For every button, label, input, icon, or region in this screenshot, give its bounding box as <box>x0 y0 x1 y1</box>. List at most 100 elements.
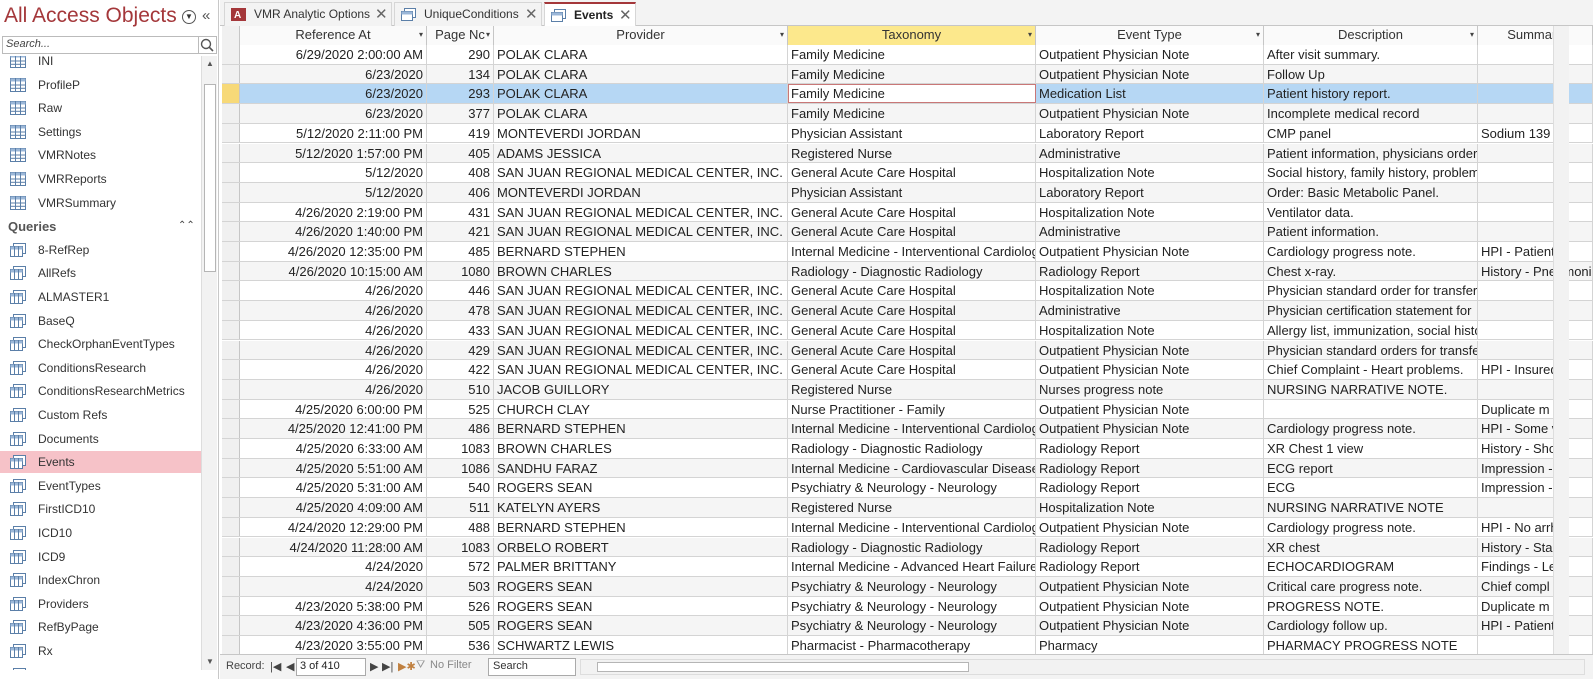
nav-query-events[interactable]: Events <box>0 451 201 474</box>
cell-summary[interactable] <box>1478 45 1593 64</box>
record-selector[interactable] <box>222 360 240 379</box>
record-selector[interactable] <box>222 123 240 143</box>
cell-summary[interactable] <box>1478 301 1593 320</box>
cell-page-nc[interactable]: 505 <box>427 616 494 635</box>
cell-event-type[interactable]: Hospitalization Note <box>1036 202 1264 222</box>
record-selector[interactable] <box>222 399 240 419</box>
nav-query-allrefs[interactable]: AllRefs <box>0 262 201 284</box>
nav-search-input[interactable]: Search... <box>2 36 199 54</box>
cell-reference-at[interactable]: 4/26/2020 <box>240 379 427 399</box>
tab-events[interactable]: Events ✕ <box>544 2 636 27</box>
record-selector[interactable] <box>222 84 240 104</box>
cell-description[interactable]: Follow Up <box>1264 64 1478 84</box>
cell-taxonomy[interactable]: Radiology - Diagnostic Radiology <box>788 261 1036 281</box>
cell-taxonomy[interactable]: Pharmacist - Pharmacotherapy <box>788 636 1036 654</box>
table-row[interactable]: 4/26/2020 433 SAN JUAN REGIONAL MEDICAL CE… <box>222 320 1593 341</box>
cell-taxonomy[interactable]: Physician Assistant <box>788 182 1036 202</box>
cell-event-type[interactable]: Outpatient Physician Note <box>1036 576 1264 596</box>
column-header-page-nc[interactable]: Page Nc ▾ <box>427 26 494 45</box>
column-header-provider[interactable]: Provider ▾ <box>494 26 788 45</box>
cell-reference-at[interactable]: 6/23/2020 <box>240 104 427 123</box>
cell-provider[interactable]: ADAMS JESSICA <box>494 143 788 163</box>
cell-event-type[interactable]: Radiology Report <box>1036 458 1264 478</box>
cell-reference-at[interactable]: 4/24/2020 <box>240 557 427 576</box>
record-selector[interactable] <box>222 616 240 635</box>
cell-summary[interactable] <box>1478 143 1593 163</box>
cell-provider[interactable]: SAN JUAN REGIONAL MEDICAL CENTER, INC. <box>494 320 788 340</box>
cell-taxonomy[interactable]: Family Medicine <box>788 64 1036 84</box>
cell-provider[interactable]: POLAK CLARA <box>494 104 788 123</box>
cell-reference-at[interactable]: 4/26/2020 10:15:00 AM <box>240 261 427 281</box>
table-row[interactable]: 4/25/2020 4:09:00 AM 511 KATELYN AYERS Regi… <box>222 498 1593 518</box>
table-row[interactable]: 4/26/2020 422 SAN JUAN REGIONAL MEDICAL CE… <box>222 360 1593 380</box>
cell-page-nc[interactable]: 1083 <box>427 537 494 557</box>
record-selector[interactable] <box>222 222 240 241</box>
cell-summary[interactable] <box>1478 222 1593 241</box>
cell-event-type[interactable]: Outpatient Physician Note <box>1036 399 1264 419</box>
cell-description[interactable]: Cardiology progress note. <box>1264 419 1478 438</box>
cell-event-type[interactable]: Hospitalization Note <box>1036 281 1264 301</box>
nav-query-8-refrep[interactable]: 8-RefRep <box>0 239 201 261</box>
nav-query-providers[interactable]: Providers <box>0 593 201 615</box>
cell-provider[interactable]: BERNARD STEPHEN <box>494 242 788 261</box>
nav-query-firsticd10[interactable]: FirstICD10 <box>0 498 201 520</box>
cell-description[interactable]: Ventilator data. <box>1264 202 1478 222</box>
cell-summary[interactable] <box>1478 498 1593 517</box>
cell-summary[interactable]: HPI - Patient <box>1478 616 1593 635</box>
cell-taxonomy[interactable]: Registered Nurse <box>788 143 1036 163</box>
search-icon[interactable] <box>199 36 217 54</box>
collapse-pane-icon[interactable]: « <box>202 7 210 24</box>
cell-page-nc[interactable]: 1083 <box>427 439 494 458</box>
cell-provider[interactable]: SAN JUAN REGIONAL MEDICAL CENTER, INC. <box>494 202 788 222</box>
table-row[interactable]: 6/23/2020 293 POLAK CLARA Family Medicine Me… <box>222 84 1593 105</box>
cell-description[interactable]: Social history, family history, problem … <box>1264 163 1478 182</box>
nav-table-profilep[interactable]: ProfileP <box>0 74 201 96</box>
cell-provider[interactable]: KATELYN AYERS <box>494 498 788 517</box>
cell-taxonomy[interactable]: General Acute Care Hospital <box>788 360 1036 379</box>
cell-page-nc[interactable]: 1080 <box>427 261 494 281</box>
table-row[interactable]: 4/25/2020 6:33:00 AM 1083 BROWN CHARLES Rad… <box>222 439 1593 459</box>
scroll-up-icon[interactable]: ▲ <box>202 56 218 72</box>
nav-query-almaster1[interactable]: ALMASTER1 <box>0 286 201 308</box>
cell-summary[interactable] <box>1478 340 1593 360</box>
nav-query-indexchron[interactable]: IndexChron <box>0 569 201 591</box>
record-selector[interactable] <box>222 340 240 360</box>
cell-event-type[interactable]: Radiology Report <box>1036 557 1264 576</box>
cell-page-nc[interactable]: 429 <box>427 340 494 360</box>
table-row[interactable]: 5/12/2020 2:11:00 PM 419 MONTEVERDI JORDAN… <box>222 123 1593 144</box>
cell-reference-at[interactable]: 4/26/2020 1:40:00 PM <box>240 222 427 241</box>
cell-provider[interactable]: JACOB GUILLORY <box>494 379 788 399</box>
nav-query-documents[interactable]: Documents <box>0 428 201 450</box>
record-selector[interactable] <box>222 478 240 498</box>
table-row[interactable]: 4/24/2020 11:28:00 AM 1083 ORBELO ROBERT Ra… <box>222 537 1593 558</box>
nav-query-baseq[interactable]: BaseQ <box>0 310 201 332</box>
record-selector[interactable] <box>222 498 240 517</box>
cell-reference-at[interactable]: 4/26/2020 12:35:00 PM <box>240 242 427 261</box>
cell-description[interactable]: Cardiology progress note. <box>1264 242 1478 261</box>
cell-reference-at[interactable]: 4/24/2020 11:28:00 AM <box>240 537 427 557</box>
cell-reference-at[interactable]: 4/24/2020 12:29:00 PM <box>240 517 427 537</box>
cell-provider[interactable]: ROGERS SEAN <box>494 478 788 498</box>
sort-filter-icon[interactable]: ▾ <box>486 26 490 44</box>
sort-filter-icon[interactable]: ▾ <box>1256 26 1260 44</box>
cell-taxonomy[interactable]: Psychiatry & Neurology - Neurology <box>788 616 1036 635</box>
cell-taxonomy[interactable]: General Acute Care Hospital <box>788 340 1036 360</box>
table-row[interactable]: 4/23/2020 3:55:00 PM 536 SCHWARTZ LEWIS Pha… <box>222 636 1593 654</box>
cell-description[interactable]: Allergy list, immunization, social histo… <box>1264 320 1478 340</box>
cell-description[interactable]: XR Chest 1 view <box>1264 439 1478 458</box>
record-selector[interactable] <box>222 104 240 123</box>
scroll-down-icon[interactable]: ▼ <box>202 654 218 670</box>
cell-reference-at[interactable]: 4/25/2020 12:41:00 PM <box>240 419 427 438</box>
nav-scrollbar[interactable]: ▲ ▼ <box>201 56 217 670</box>
cell-provider[interactable]: POLAK CLARA <box>494 45 788 64</box>
cell-reference-at[interactable]: 4/26/2020 <box>240 360 427 379</box>
cell-taxonomy[interactable]: Radiology - Diagnostic Radiology <box>788 537 1036 557</box>
cell-event-type[interactable]: Outpatient Physician Note <box>1036 596 1264 616</box>
cell-reference-at[interactable]: 4/25/2020 6:00:00 PM <box>240 399 427 419</box>
cell-provider[interactable]: SAN JUAN REGIONAL MEDICAL CENTER, INC. <box>494 340 788 360</box>
column-header-description[interactable]: Description ▾ <box>1264 26 1478 45</box>
nav-query-custom-refs[interactable]: Custom Refs <box>0 404 201 426</box>
cell-event-type[interactable]: Administrative <box>1036 143 1264 163</box>
cell-summary[interactable]: Sodium 139 <box>1478 123 1593 143</box>
record-selector[interactable] <box>222 537 240 557</box>
